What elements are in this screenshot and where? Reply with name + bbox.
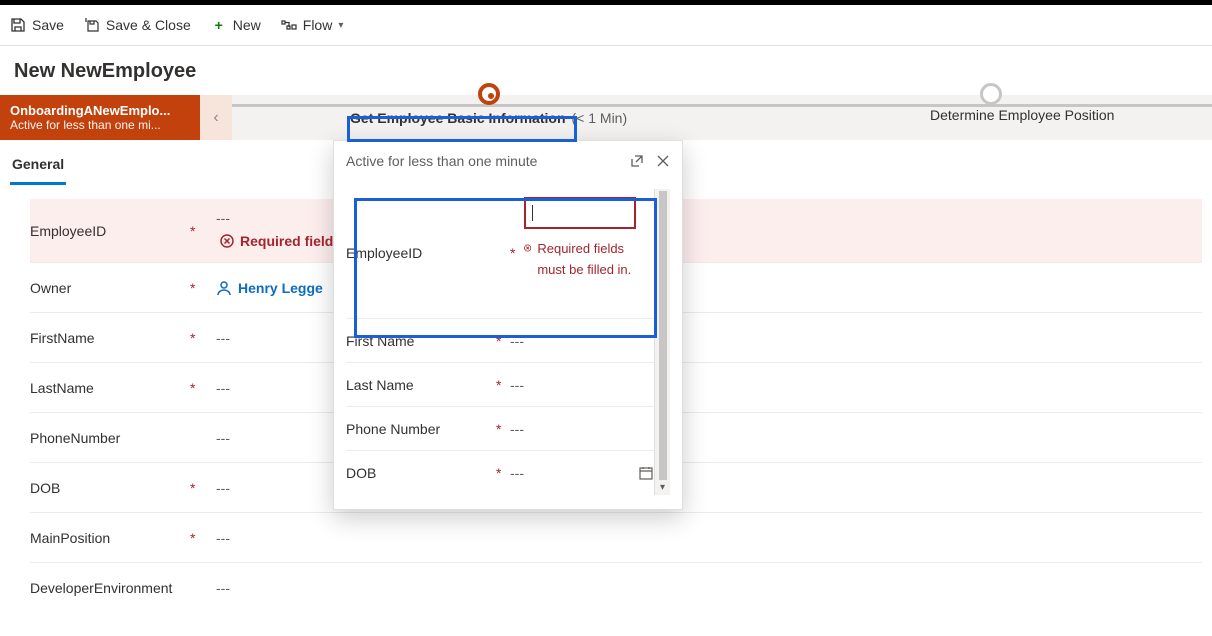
close-icon[interactable] <box>656 154 670 168</box>
popout-icon[interactable] <box>630 154 644 168</box>
label-mainposition: MainPosition <box>30 530 190 546</box>
new-label: New <box>233 17 261 33</box>
error-text: Required fields <box>240 233 341 249</box>
bpf-stage-future-dot[interactable] <box>980 83 1002 105</box>
error-badge-employeeid: Required fields <box>216 230 345 252</box>
value-owner[interactable]: Henry Legge <box>216 280 323 296</box>
flyout-value-lastname: --- <box>510 377 654 393</box>
chevron-left-icon: ‹ <box>213 109 218 127</box>
required-marker: * <box>190 530 216 546</box>
row-devenv[interactable]: DeveloperEnvironment --- <box>30 563 1202 613</box>
value-dob: --- <box>216 480 230 496</box>
label-dob: DOB <box>30 480 190 496</box>
error-icon <box>220 234 234 248</box>
value-devenv: --- <box>216 580 230 596</box>
save-close-icon <box>84 17 100 33</box>
chevron-down-icon: ▾ <box>338 20 343 31</box>
flyout-row-dob[interactable]: DOB * --- <box>346 451 654 495</box>
bpf-process-sub: Active for less than one mi... <box>10 118 190 132</box>
save-close-button[interactable]: Save & Close <box>84 17 191 33</box>
label-firstname: FirstName <box>30 330 190 346</box>
label-employeeid: EmployeeID <box>30 223 190 239</box>
flyout-label-dob: DOB <box>346 465 496 481</box>
bpf-stage-future-label: Determine Employee Position <box>930 107 1114 123</box>
command-bar: Save Save & Close + New Flow ▾ <box>0 5 1212 45</box>
label-owner: Owner <box>30 280 190 296</box>
required-marker: * <box>190 330 216 346</box>
person-icon <box>216 280 232 296</box>
flow-icon <box>281 17 297 33</box>
required-marker: * <box>190 280 216 296</box>
flyout-label-lastname: Last Name <box>346 377 496 393</box>
value-phonenumber: --- <box>216 430 230 446</box>
bpf-stage-future[interactable]: Determine Employee Position <box>930 107 1114 123</box>
flyout-label-phone: Phone Number <box>346 421 496 437</box>
plus-icon: + <box>211 17 227 33</box>
label-phonenumber: PhoneNumber <box>30 430 190 446</box>
required-marker: * <box>496 421 510 437</box>
bpf-stage-active-duration: (< 1 Min) <box>572 110 628 126</box>
bpf-process-name: OnboardingANewEmplo... <box>10 103 190 118</box>
value-mainposition: --- <box>216 530 230 546</box>
scrollbar-thumb[interactable] <box>659 191 667 480</box>
required-marker: * <box>496 465 510 481</box>
row-mainposition[interactable]: MainPosition * --- <box>30 513 1202 563</box>
required-marker: * <box>496 377 510 393</box>
flyout-value-phone: --- <box>510 421 654 437</box>
required-marker: * <box>190 480 216 496</box>
new-button[interactable]: + New <box>211 17 261 33</box>
save-close-label: Save & Close <box>106 17 191 33</box>
annotation-box <box>354 198 657 338</box>
flyout-header-text: Active for less than one minute <box>346 153 537 169</box>
flyout-value-dob: --- <box>510 465 638 481</box>
save-label: Save <box>32 17 64 33</box>
value-employeeid: --- <box>216 210 345 226</box>
tab-general[interactable]: General <box>10 150 66 185</box>
bpf-bar: OnboardingANewEmplo... Active for less t… <box>0 95 1212 140</box>
flow-button[interactable]: Flow ▾ <box>281 17 344 33</box>
calendar-icon[interactable] <box>638 465 654 481</box>
scroll-down-icon[interactable]: ▾ <box>660 482 665 493</box>
value-lastname: --- <box>216 380 230 396</box>
required-marker: * <box>190 380 216 396</box>
flow-label: Flow <box>303 17 333 33</box>
annotation-box <box>347 116 577 142</box>
label-devenv: DeveloperEnvironment <box>30 579 190 597</box>
flyout-header: Active for less than one minute <box>334 141 682 181</box>
label-lastname: LastName <box>30 380 190 396</box>
value-firstname: --- <box>216 330 230 346</box>
required-marker: * <box>190 223 216 239</box>
page-title: New NewEmployee <box>0 46 1212 95</box>
flyout-row-lastname[interactable]: Last Name * --- <box>346 363 654 407</box>
save-icon <box>10 17 26 33</box>
bpf-collapse-button[interactable]: ‹ <box>200 95 232 140</box>
save-button[interactable]: Save <box>10 17 64 33</box>
flyout-row-phone[interactable]: Phone Number * --- <box>346 407 654 451</box>
owner-name: Henry Legge <box>238 280 323 296</box>
bpf-process-chip[interactable]: OnboardingANewEmplo... Active for less t… <box>0 95 200 140</box>
